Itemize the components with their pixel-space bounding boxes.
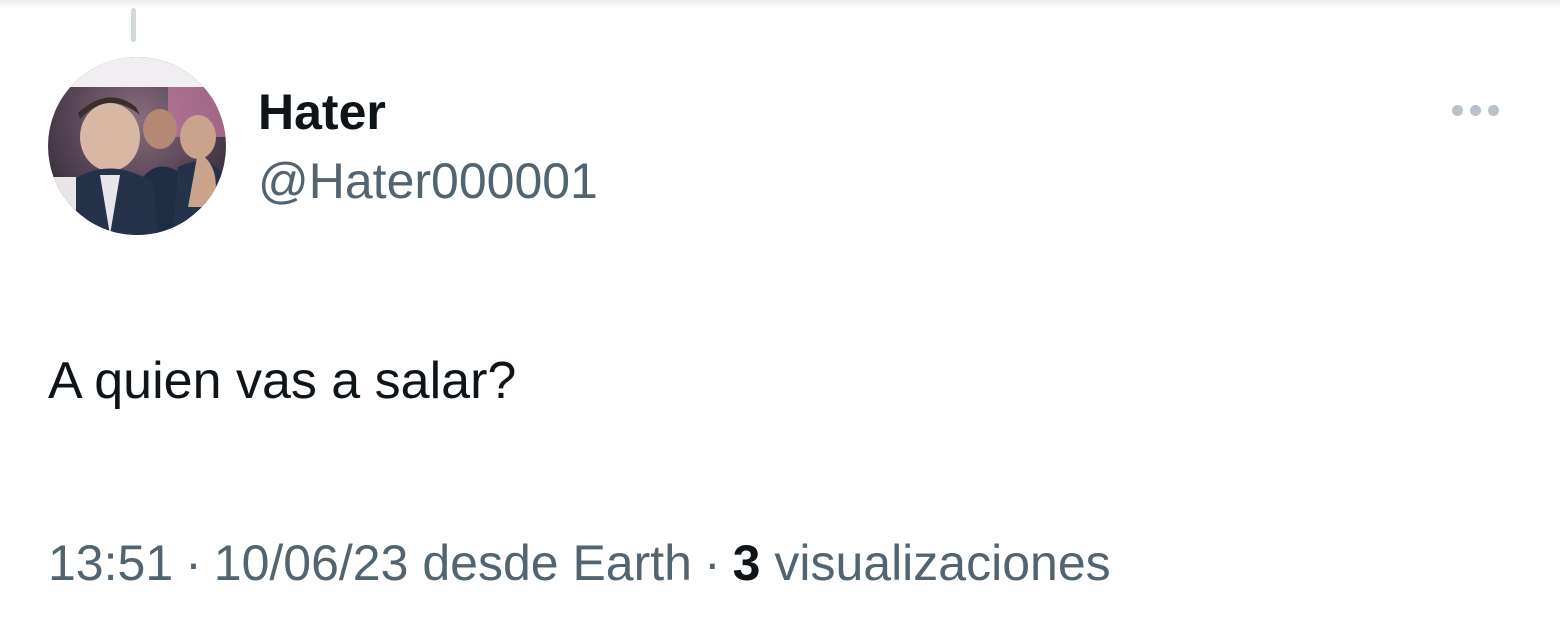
tweet-time[interactable]: 13:51: [48, 535, 173, 591]
more-options-button[interactable]: [1440, 90, 1510, 130]
tweet-date[interactable]: 10/06/23: [214, 535, 409, 591]
thread-connector-line: [131, 8, 136, 42]
tweet-metadata: 13:51 · 10/06/23 desde Earth · 3 visualizaci…: [48, 532, 1111, 594]
ellipsis-icon-dot: [1451, 104, 1463, 116]
views-count[interactable]: 3: [733, 535, 761, 591]
meta-separator: ·: [185, 535, 202, 591]
tweet-text: A quien vas a salar?: [48, 352, 517, 410]
avatar-photo: [48, 57, 226, 235]
meta-separator: ·: [703, 535, 721, 591]
avatar[interactable]: [48, 57, 226, 235]
tweet-source: desde Earth: [422, 535, 692, 591]
ellipsis-icon-dot: [1469, 104, 1481, 116]
author-handle[interactable]: @Hater000001: [258, 150, 598, 212]
ellipsis-icon-dot: [1487, 104, 1499, 116]
top-divider: [0, 0, 1560, 9]
author-display-name[interactable]: Hater: [258, 82, 386, 142]
views-label[interactable]: visualizaciones: [774, 535, 1110, 591]
